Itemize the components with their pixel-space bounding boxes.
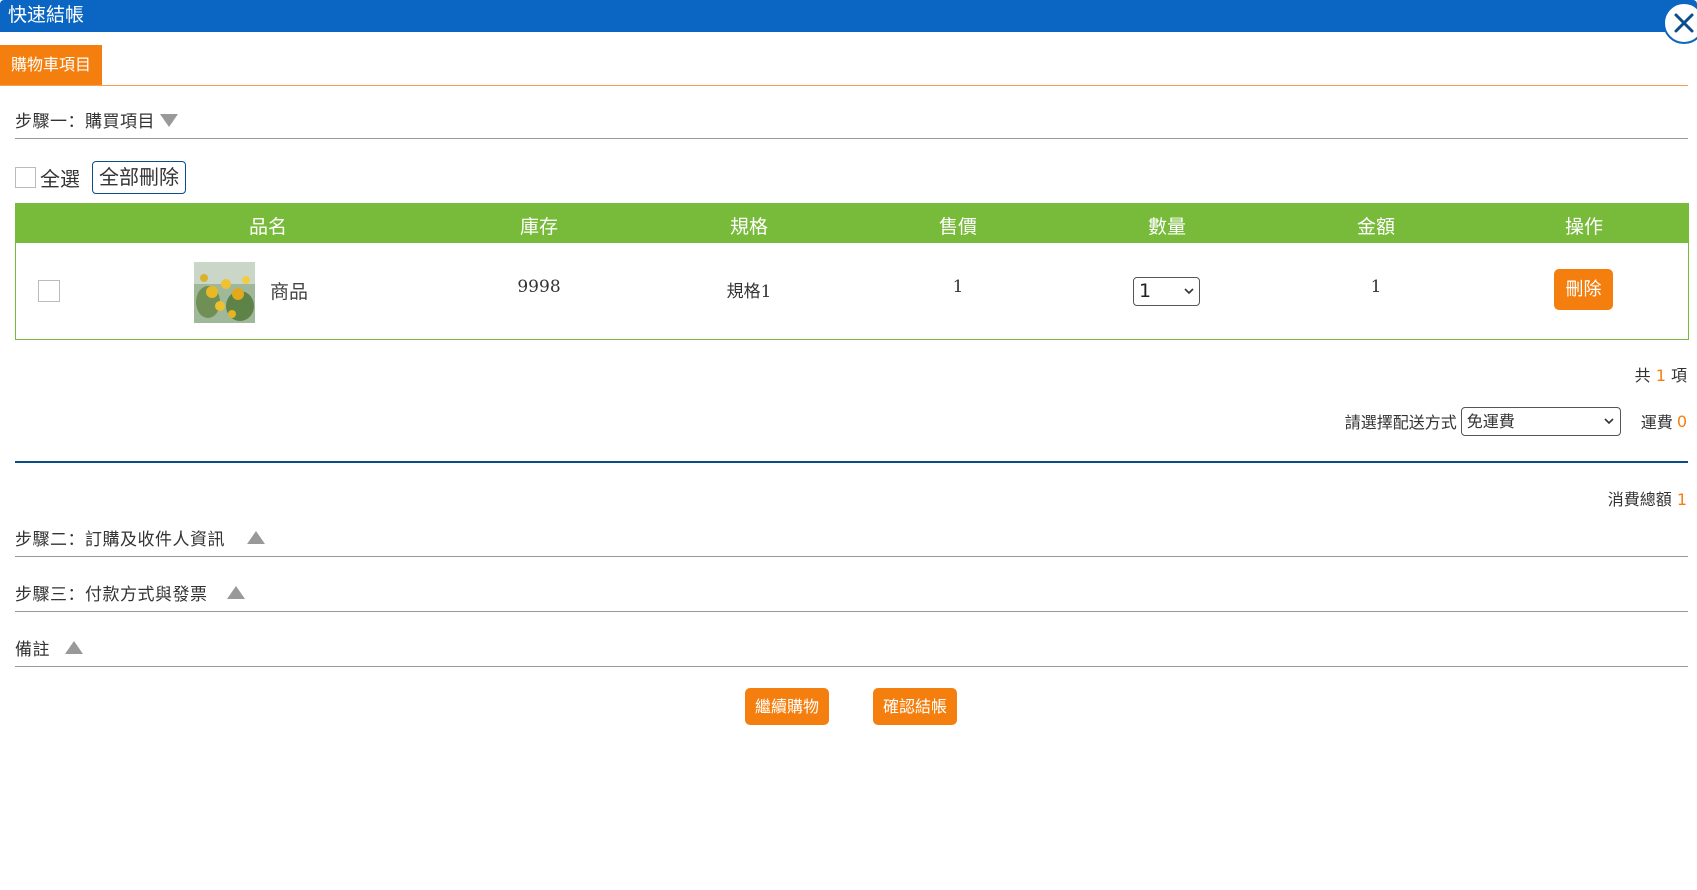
step3-header[interactable]: 步驟三：付款方式與發票 bbox=[15, 570, 1688, 612]
item-count-value: 1 bbox=[1655, 366, 1666, 385]
collapse-down-icon[interactable] bbox=[160, 114, 178, 127]
shipping-fee-label: 運費 bbox=[1640, 413, 1673, 432]
shipping-label: 請選擇配送方式 bbox=[1344, 413, 1457, 432]
step2-title: 步驟二：訂購及收件人資訊 bbox=[15, 530, 225, 550]
tab-bar: 購物車項目 bbox=[0, 45, 1688, 86]
tab-cart-items[interactable]: 購物車項目 bbox=[0, 45, 103, 85]
dialog-titlebar: 快速結帳 bbox=[0, 0, 1697, 32]
col-header-price: 售價 bbox=[938, 216, 978, 238]
shipping-row: 請選擇配送方式 免運費 運費 0 bbox=[1345, 406, 1687, 436]
step2-header[interactable]: 步驟二：訂購及收件人資訊 bbox=[15, 515, 1688, 557]
item-count-suffix: 項 bbox=[1670, 366, 1687, 385]
shipping-method-select[interactable]: 免運費 bbox=[1460, 406, 1621, 436]
shipping-fee-value: 0 bbox=[1676, 411, 1687, 431]
divider bbox=[15, 461, 1688, 463]
quantity-select[interactable]: 1 bbox=[1133, 277, 1200, 306]
product-price: 1 bbox=[952, 277, 964, 297]
shipping-selected: 免運費 bbox=[1466, 411, 1515, 431]
total-label: 消費總額 bbox=[1607, 490, 1672, 509]
chevron-down-icon bbox=[1604, 417, 1614, 424]
delete-all-button[interactable]: 全部刪除 bbox=[92, 160, 186, 194]
quantity-value: 1 bbox=[1139, 280, 1152, 302]
col-header-qty: 數量 bbox=[1147, 216, 1187, 238]
order-total: 消費總額 1 bbox=[1608, 486, 1687, 510]
select-all-label: 全選 bbox=[40, 166, 80, 191]
product-stock: 9998 bbox=[517, 277, 561, 297]
total-value: 1 bbox=[1676, 490, 1687, 509]
select-all-checkbox[interactable] bbox=[15, 166, 36, 188]
remarks-header[interactable]: 備註 bbox=[15, 625, 1688, 667]
table-row: 商品 9998 規格1 1 1 1 刪除 bbox=[16, 243, 1688, 339]
expand-up-icon[interactable] bbox=[247, 531, 265, 544]
col-header-amount: 金額 bbox=[1356, 216, 1396, 238]
product-spec: 規格1 bbox=[726, 282, 772, 302]
col-header-name: 品名 bbox=[248, 216, 288, 238]
product-name[interactable]: 商品 bbox=[270, 277, 308, 304]
table-header: 品名 庫存 規格 售價 數量 金額 操作 bbox=[16, 204, 1688, 243]
product-thumbnail[interactable] bbox=[194, 262, 255, 323]
close-icon bbox=[1674, 13, 1694, 33]
continue-shopping-button[interactable]: 繼續購物 bbox=[745, 688, 829, 725]
col-header-action: 操作 bbox=[1564, 216, 1604, 238]
cart-table: 品名 庫存 規格 售價 數量 金額 操作 商品 9998 規格1 1 1 1 刪… bbox=[15, 203, 1689, 340]
col-header-stock: 庫存 bbox=[519, 216, 559, 238]
item-count-prefix: 共 bbox=[1634, 366, 1651, 385]
expand-up-icon[interactable] bbox=[65, 641, 83, 654]
item-count: 共 1 項 bbox=[1635, 362, 1687, 386]
close-button[interactable] bbox=[1663, 2, 1697, 44]
expand-up-icon[interactable] bbox=[227, 586, 245, 599]
remarks-title: 備註 bbox=[15, 640, 50, 660]
dialog-title: 快速結帳 bbox=[8, 4, 85, 26]
step3-title: 步驟三：付款方式與發票 bbox=[15, 585, 208, 605]
col-header-spec: 規格 bbox=[729, 216, 769, 238]
confirm-checkout-button[interactable]: 確認結帳 bbox=[873, 688, 957, 725]
step1-title: 步驟一：購買項目 bbox=[15, 112, 155, 132]
row-checkbox[interactable] bbox=[38, 280, 60, 302]
product-amount: 1 bbox=[1370, 277, 1382, 297]
step1-header[interactable]: 步驟一：購買項目 bbox=[15, 97, 1688, 139]
chevron-down-icon bbox=[1184, 288, 1194, 295]
select-all-row: 全選 全部刪除 bbox=[15, 160, 186, 194]
delete-row-button[interactable]: 刪除 bbox=[1554, 269, 1613, 310]
